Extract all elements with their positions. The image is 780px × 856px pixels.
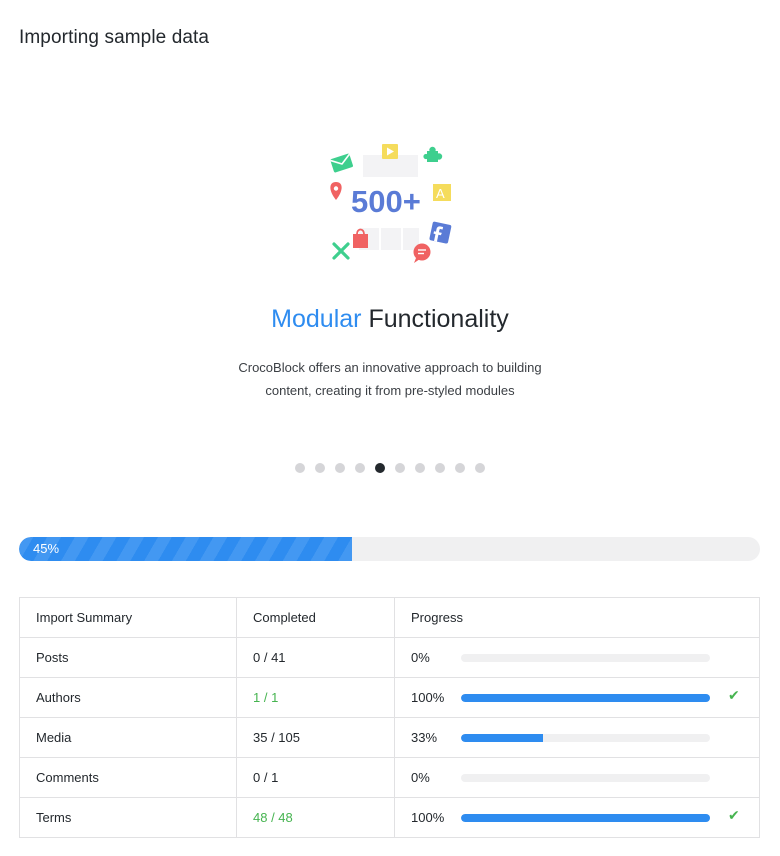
carousel-dot-8[interactable] [435,463,445,473]
row-progress: 100% ✔ [394,797,760,838]
row-progress-percent: 100% [411,810,445,825]
checkmark-icon: ✔ [728,807,740,823]
carousel-dot-3[interactable] [335,463,345,473]
row-progress: 0% [394,757,760,798]
table-row: Terms 48 / 48 100% ✔ [19,797,760,838]
carousel-dot-4[interactable] [355,463,365,473]
row-progress: 33% [394,717,760,758]
puzzle-icon [423,146,443,162]
import-progress-fill [19,537,353,561]
row-progress-percent: 0% [411,650,430,665]
import-progress-bar: 45% [19,537,760,561]
slide-heading-rest: Functionality [368,305,509,333]
row-completed: 0 / 41 [236,637,395,678]
table-row: Authors 1 / 1 100% ✔ [19,677,760,718]
facebook-icon [429,221,452,244]
row-name: Authors [19,677,237,718]
row-progress-fill [461,814,710,822]
row-progress-percent: 33% [411,730,438,745]
row-name: Comments [19,757,237,798]
font-icon: A [433,184,451,201]
row-progress-bar [461,694,710,702]
import-progress-label: 45% [33,541,60,556]
row-completed: 1 / 1 [236,677,395,718]
envelope-icon [330,153,353,173]
carousel-dot-7[interactable] [415,463,425,473]
row-completed: 0 / 1 [236,757,395,798]
page-title: Importing sample data [19,27,210,48]
slide-heading-accent: Modular [271,305,362,333]
carousel-dot-9[interactable] [455,463,465,473]
row-completed: 35 / 105 [236,717,395,758]
badge-500: 500+ [351,184,421,219]
header-import-summary: Import Summary [19,597,237,638]
row-progress-fill [461,694,710,702]
carousel-dots [0,463,780,473]
row-progress: 100% ✔ [394,677,760,718]
row-progress: 0% [394,637,760,678]
carousel-dot-2[interactable] [315,463,325,473]
carousel-dot-5[interactable] [375,463,385,473]
slide-description: CrocoBlock offers an innovative approach… [190,356,590,402]
row-progress-percent: 0% [411,770,430,785]
carousel-dot-10[interactable] [475,463,485,473]
header-completed: Completed [236,597,395,638]
slide-heading: Modular Functionality [0,305,780,334]
row-progress-bar [461,814,710,822]
play-icon [382,144,398,159]
import-summary-table: Import Summary Completed Progress Posts 0… [19,597,760,838]
row-progress-fill [461,734,544,742]
modules-illustration: 500+ A [330,144,452,263]
table-row: Media 35 / 105 33% [19,717,760,758]
table-row: Comments 0 / 1 0% [19,757,760,798]
svg-text:A: A [436,186,445,201]
row-name: Posts [19,637,237,678]
table-row: Posts 0 / 41 0% [19,637,760,678]
row-name: Media [19,717,237,758]
row-progress-percent: 100% [411,690,445,705]
slide-description-line-2: content, creating it from pre-styled mod… [265,383,515,398]
row-progress-bar [461,734,710,742]
row-name: Terms [19,797,237,838]
carousel-dot-6[interactable] [395,463,405,473]
table-header-row: Import Summary Completed Progress [19,597,760,638]
row-progress-bar [461,774,710,782]
tools-icon [332,242,350,260]
carousel-dot-1[interactable] [295,463,305,473]
chat-bubble-icon [413,243,431,263]
checkmark-icon: ✔ [728,687,740,703]
row-progress-bar [461,654,710,662]
import-page: Importing sample data 500+ A Modular Fun… [0,0,780,856]
header-progress: Progress [394,597,760,638]
map-pin-icon [330,182,342,200]
row-completed: 48 / 48 [236,797,395,838]
slide-description-line-1: CrocoBlock offers an innovative approach… [238,360,542,375]
